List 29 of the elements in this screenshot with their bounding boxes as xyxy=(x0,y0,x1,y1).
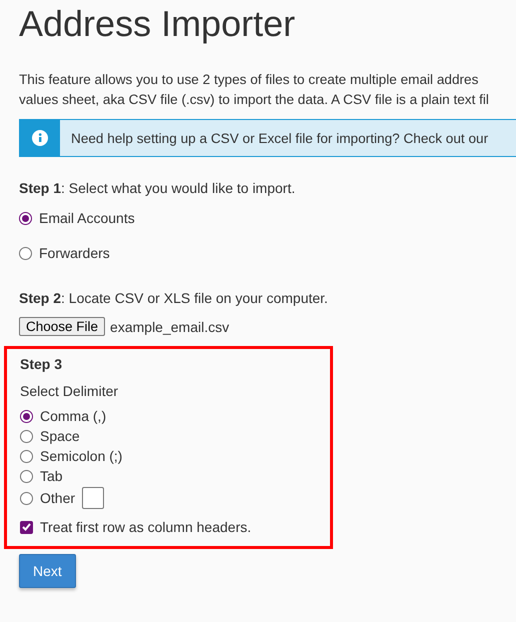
intro-text: This feature allows you to use 2 types of files to create multiple email addres xyxy=(19,71,478,89)
radio-button[interactable] xyxy=(20,410,33,422)
file-name: example_email.csv xyxy=(110,318,230,334)
delimiter-label: Select Delimiter xyxy=(20,383,118,399)
radio-label: Comma (,) xyxy=(40,407,106,425)
page-title: Address Importer xyxy=(19,2,296,46)
checkbox[interactable] xyxy=(20,520,33,534)
step-instruction: Step 1: Select what you would like to import. xyxy=(19,179,296,197)
radio-label: Other xyxy=(40,489,76,507)
step-instruction: Step 2: Locate CSV or XLS file on your computer. xyxy=(19,289,328,307)
radio-label: Space xyxy=(40,427,80,445)
radio-label: Semicolon (;) xyxy=(40,447,122,465)
radio-button[interactable] xyxy=(20,470,33,482)
radio-button[interactable] xyxy=(20,450,33,462)
info-icon xyxy=(32,130,48,146)
checkbox-label: Treat first row as column headers. xyxy=(40,518,252,536)
delimiter-input[interactable] xyxy=(82,487,104,509)
next-button[interactable]: Next xyxy=(19,554,76,588)
choose-file-button[interactable]: Choose File xyxy=(19,317,106,336)
radio-button[interactable] xyxy=(19,246,32,260)
radio-label: Email Accounts xyxy=(39,209,135,227)
alert-text: Need help setting up a CSV or Excel file for importing? Check out our xyxy=(71,130,488,146)
radio-label: Tab xyxy=(40,467,63,485)
radio-button[interactable] xyxy=(20,492,33,504)
radio-button[interactable] xyxy=(20,430,33,442)
intro-text: values sheet, aka CSV file (.csv) to import the data. A CSV file is a plain text fil xyxy=(19,91,489,109)
radio-label: Forwarders xyxy=(39,244,110,262)
step-heading: Step 3 xyxy=(20,355,62,373)
radio-button[interactable] xyxy=(19,212,32,224)
